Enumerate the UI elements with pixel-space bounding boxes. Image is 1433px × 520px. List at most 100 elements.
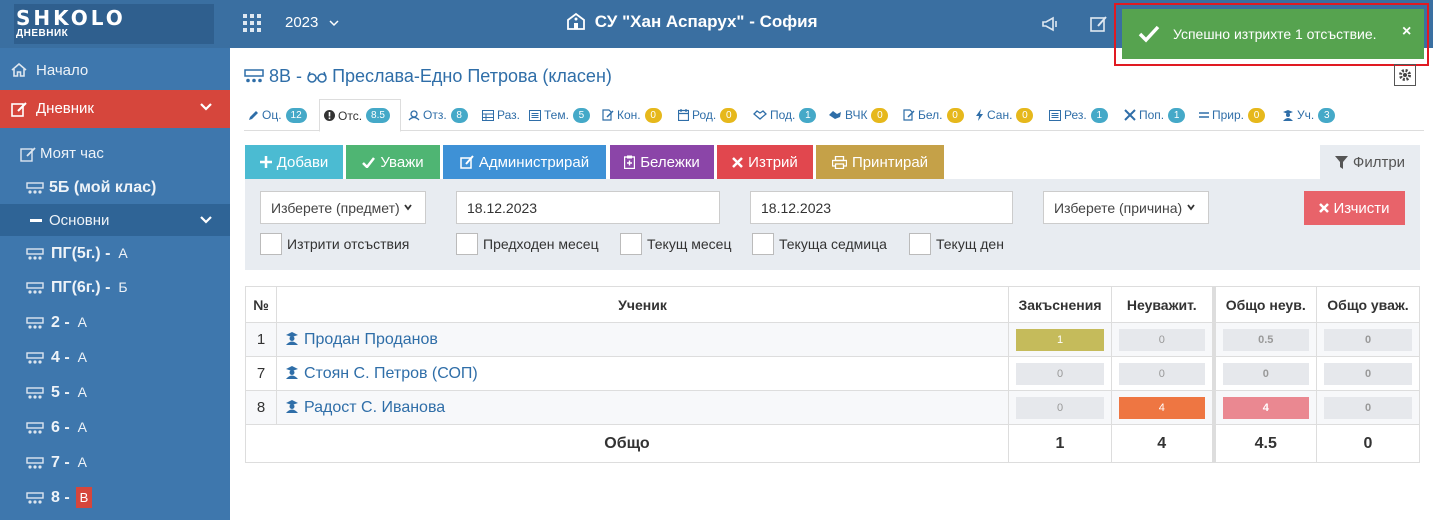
classroom-icon <box>26 182 44 194</box>
sidebar-item-label: 2 - А <box>51 314 87 332</box>
notes-button[interactable]: Бележки <box>610 145 714 179</box>
sidebar-item-class[interactable]: 7 - А <box>0 444 230 480</box>
excuse-button[interactable]: Уважи <box>346 145 440 179</box>
tab-label: Бел. <box>918 108 943 122</box>
sidebar-item-basic[interactable]: Основни <box>0 204 230 236</box>
tab-additions[interactable]: Прир. 0 <box>1195 99 1266 131</box>
tab-schedule[interactable]: Раз. <box>478 99 520 131</box>
administrate-button[interactable]: Администрирай <box>443 145 606 179</box>
button-label: Бележки <box>640 153 700 171</box>
sidebar-item-class-active[interactable]: 8 - В <box>0 479 230 515</box>
unexcused-value[interactable]: 4 <box>1119 396 1205 419</box>
tab-notes[interactable]: Бел. 0 <box>899 99 964 131</box>
sidebar-item-class[interactable]: 5 - А <box>0 374 230 410</box>
clear-button[interactable]: Изчисти <box>1304 191 1405 225</box>
toast-close-button[interactable]: × <box>1402 23 1411 41</box>
school-name: СУ "Хан Аспарух" - София <box>594 12 818 31</box>
tab-label: Род. <box>692 108 717 122</box>
checkbox-box[interactable] <box>752 233 774 255</box>
class-letter: А <box>77 454 88 470</box>
sidebar-item-class[interactable]: 4 - А <box>0 339 230 375</box>
list-icon <box>529 109 541 121</box>
tab-sanctions[interactable]: Сан. 0 <box>971 99 1034 131</box>
tab-count-badge: 0 <box>644 107 662 123</box>
sidebar-item-class[interactable]: 2 - А <box>0 304 230 340</box>
checkbox-box[interactable] <box>620 233 642 255</box>
megaphone-icon[interactable] <box>1040 14 1060 34</box>
total-unexcused-value: 4 <box>1222 396 1309 419</box>
table-row: 7 Стоян С. Петров (СОП) 0 0 0 0 <box>245 356 1420 391</box>
checkbox-label: Текущ месец <box>647 236 732 252</box>
late-value[interactable]: 0 <box>1016 362 1104 385</box>
tab-label: Рез. <box>1064 108 1087 122</box>
subject-select[interactable]: Изберете (предмет) <box>260 191 426 224</box>
tab-control[interactable]: Кон. 0 <box>598 99 662 131</box>
total-excused-cell: 0 <box>1316 390 1420 425</box>
checkbox-box[interactable] <box>260 233 282 255</box>
checkbox-box[interactable] <box>909 233 931 255</box>
sidebar-item-class[interactable]: 6 - А <box>0 409 230 445</box>
sidebar-item-label: ПГ(6г.) - Б <box>51 279 128 297</box>
tab-label: Тем. <box>544 108 569 122</box>
tab-grades[interactable]: Оц. 12 <box>244 99 307 131</box>
total-unexcused-cell: 0.5 <box>1211 322 1317 357</box>
tab-count-badge: 1 <box>799 107 817 123</box>
sidebar-item-class[interactable]: ПГ(6г.) - Б <box>0 269 230 305</box>
date-to-input[interactable]: 18.12.2023 <box>750 191 1013 224</box>
student-link[interactable]: Стоян С. Петров (СОП) <box>276 356 1009 391</box>
filters-toggle[interactable]: Филтри <box>1320 145 1420 179</box>
tab-students[interactable]: Уч. 3 <box>1278 99 1336 131</box>
total-total-excused: 0 <box>1316 424 1420 463</box>
previous-month-checkbox[interactable]: Предходен месец <box>456 233 599 255</box>
sidebar-item-class[interactable]: ПГ(5г.) - А <box>0 235 230 271</box>
row-number: 7 <box>245 356 277 391</box>
settings-button[interactable] <box>1394 64 1416 86</box>
tab-topics[interactable]: Тем. 5 <box>525 99 590 131</box>
column-header-total-excused: Общо уваж. <box>1316 286 1420 323</box>
sidebar-item-diary[interactable]: Дневник <box>0 90 230 128</box>
edit-icon <box>11 102 27 117</box>
logo[interactable]: SHKOLO ДНЕВНИК <box>14 4 214 44</box>
tab-label: Раз. <box>497 108 520 122</box>
reason-select[interactable]: Изберете (причина) <box>1043 191 1209 224</box>
class-name: 2 - <box>51 314 70 331</box>
date-from-input[interactable]: 18.12.2023 <box>456 191 720 224</box>
tab-feedback[interactable]: Отз. 8 <box>404 99 468 131</box>
year-select[interactable]: 2023 <box>285 14 339 31</box>
deleted-absences-checkbox[interactable]: Изтрити отсъствия <box>260 233 409 255</box>
sidebar-item-my-class[interactable]: 5Б (мой клас) <box>0 169 230 205</box>
sidebar-item-home[interactable]: Начало <box>0 52 230 88</box>
current-day-checkbox[interactable]: Текущ ден <box>909 233 1004 255</box>
student-link[interactable]: Радост С. Иванова <box>276 390 1009 425</box>
tab-count-badge: 8 <box>450 107 468 123</box>
delete-button[interactable]: Изтрий <box>717 145 813 179</box>
sidebar-item-my-hour[interactable]: Моят час <box>0 135 230 171</box>
student-link[interactable]: Продан Проданов <box>276 322 1009 357</box>
total-unexcused-value: 0.5 <box>1222 328 1309 351</box>
tab-results[interactable]: Рез. 1 <box>1045 99 1108 131</box>
late-value[interactable]: 0 <box>1016 396 1104 419</box>
edit-icon[interactable] <box>1089 14 1109 34</box>
unexcused-value[interactable]: 0 <box>1119 362 1205 385</box>
tab-support[interactable]: Под. 1 <box>749 99 817 131</box>
current-month-checkbox[interactable]: Текущ месец <box>620 233 731 255</box>
unexcused-value[interactable]: 0 <box>1119 328 1205 351</box>
class-name: 4 - <box>51 349 70 366</box>
late-value[interactable]: 1 <box>1016 328 1104 351</box>
apps-grid-icon[interactable] <box>243 14 261 32</box>
tab-parents[interactable]: Род. 0 <box>674 99 738 131</box>
current-week-checkbox[interactable]: Текуща седмица <box>752 233 887 255</box>
sidebar-item-label: 8 - В <box>51 487 93 508</box>
column-header-total-unexcused: Общо неув. <box>1211 286 1317 323</box>
total-excused-cell: 0 <box>1316 356 1420 391</box>
list-icon <box>1049 109 1061 121</box>
print-button[interactable]: Принтирай <box>816 145 944 179</box>
add-button[interactable]: Добави <box>245 145 343 179</box>
tab-corrections[interactable]: Поп. 1 <box>1120 99 1186 131</box>
class-name: ПГ(6г.) - <box>51 279 111 296</box>
school-icon <box>567 12 585 30</box>
checkbox-box[interactable] <box>456 233 478 255</box>
tab-absences[interactable]: Отс. 8.5 <box>319 99 401 132</box>
table-row: 8 Радост С. Иванова 0 4 4 0 <box>245 390 1420 425</box>
tab-vchk[interactable]: ВЧК 0 <box>824 99 889 131</box>
